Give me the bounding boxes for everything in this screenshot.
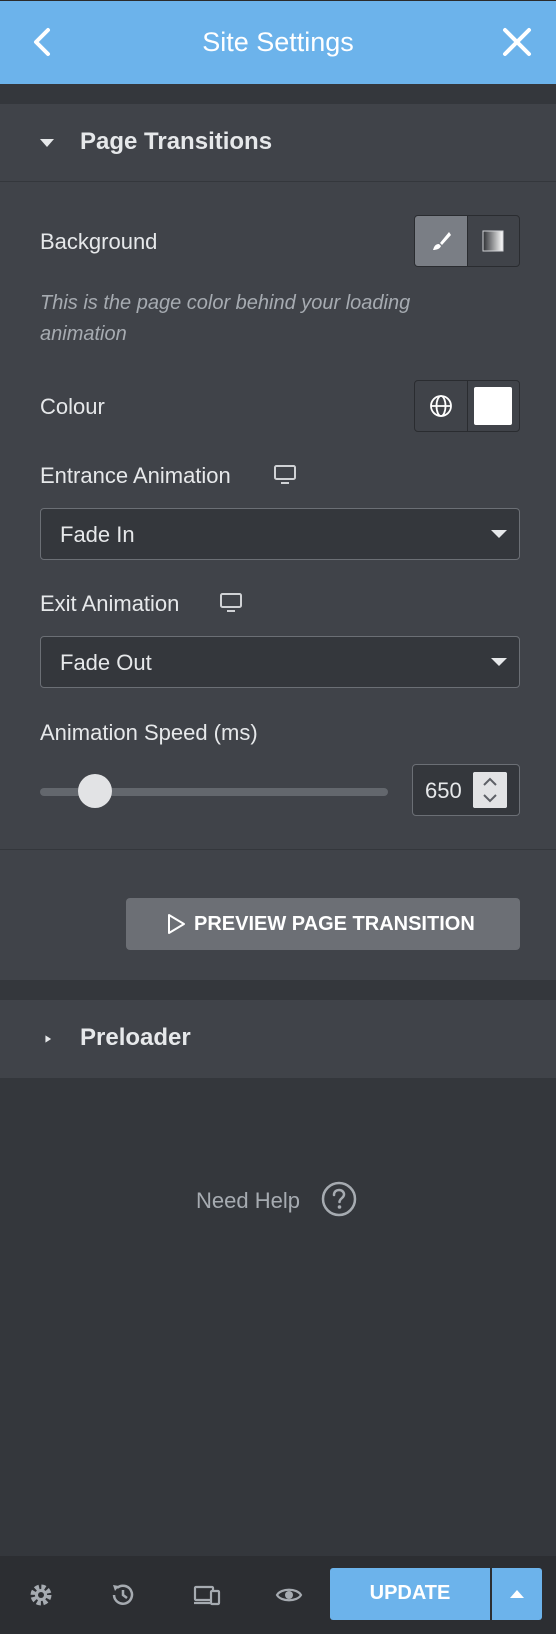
- gradient-icon: [482, 230, 504, 252]
- dropdown-arrow-icon: [491, 530, 507, 538]
- exit-animation-value: Fade Out: [60, 650, 152, 675]
- footer-toolbar: UPDATE: [0, 1556, 556, 1634]
- global-colors-button[interactable]: [415, 381, 467, 431]
- desktop-icon[interactable]: [220, 593, 242, 613]
- background-gradient-button[interactable]: [466, 216, 520, 266]
- settings-icon[interactable]: [26, 1580, 56, 1610]
- background-label: Background: [40, 229, 158, 254]
- preview-page-transition-button[interactable]: PREVIEW PAGE TRANSITION: [126, 898, 520, 950]
- caret-right-icon: [45, 1035, 52, 1043]
- paint-brush-icon: [432, 232, 451, 250]
- globe-icon: [429, 395, 452, 417]
- animation-speed-slider-handle[interactable]: [77, 774, 112, 808]
- section-title: Preloader: [80, 1024, 191, 1051]
- caret-down-icon: [40, 139, 54, 147]
- preview-button-label: PREVIEW PAGE TRANSITION: [194, 913, 475, 935]
- desktop-icon[interactable]: [274, 465, 296, 485]
- animation-speed-input[interactable]: 650: [412, 764, 520, 816]
- exit-animation-label: Exit Animation: [40, 591, 180, 616]
- close-icon[interactable]: [500, 25, 534, 59]
- entrance-animation-label: Entrance Animation: [40, 463, 231, 488]
- section-title: Page Transitions: [80, 128, 273, 155]
- need-help-label: Need Help: [196, 1188, 300, 1213]
- caret-up-icon: [510, 1590, 524, 1598]
- preloader-section: Preloader: [0, 1000, 556, 1078]
- update-options-button[interactable]: [492, 1568, 542, 1620]
- background-type-toggle: [414, 215, 520, 267]
- background-classic-button[interactable]: [415, 216, 467, 266]
- page-title: Site Settings: [202, 27, 354, 57]
- play-icon: [168, 914, 185, 934]
- colour-control: [414, 380, 520, 432]
- preview-eye-icon[interactable]: [274, 1580, 304, 1610]
- exit-animation-select[interactable]: Fade Out: [40, 636, 520, 688]
- update-button-label: UPDATE: [369, 1582, 451, 1604]
- section-divider: [0, 849, 556, 850]
- preloader-header[interactable]: Preloader: [0, 1000, 556, 1078]
- colour-swatch-button[interactable]: [466, 381, 520, 431]
- colour-label: Colour: [40, 394, 105, 419]
- history-icon[interactable]: [108, 1580, 138, 1610]
- page-transitions-header[interactable]: Page Transitions: [0, 104, 556, 182]
- number-stepper-icon[interactable]: [473, 772, 507, 808]
- colour-swatch: [474, 387, 513, 425]
- responsive-mode-icon[interactable]: [192, 1580, 222, 1610]
- header-spacer: [0, 84, 556, 104]
- background-description: This is the page color behind your loadi…: [40, 292, 411, 345]
- dropdown-arrow-icon: [491, 658, 507, 666]
- header-bar: Site Settings: [0, 0, 556, 84]
- update-button[interactable]: UPDATE: [330, 1568, 490, 1620]
- help-icon: [321, 1181, 357, 1217]
- animation-speed-label: Animation Speed (ms): [40, 720, 258, 745]
- animation-speed-value: 650: [425, 778, 462, 803]
- entrance-animation-select[interactable]: Fade In: [40, 508, 520, 560]
- entrance-animation-value: Fade In: [60, 522, 135, 547]
